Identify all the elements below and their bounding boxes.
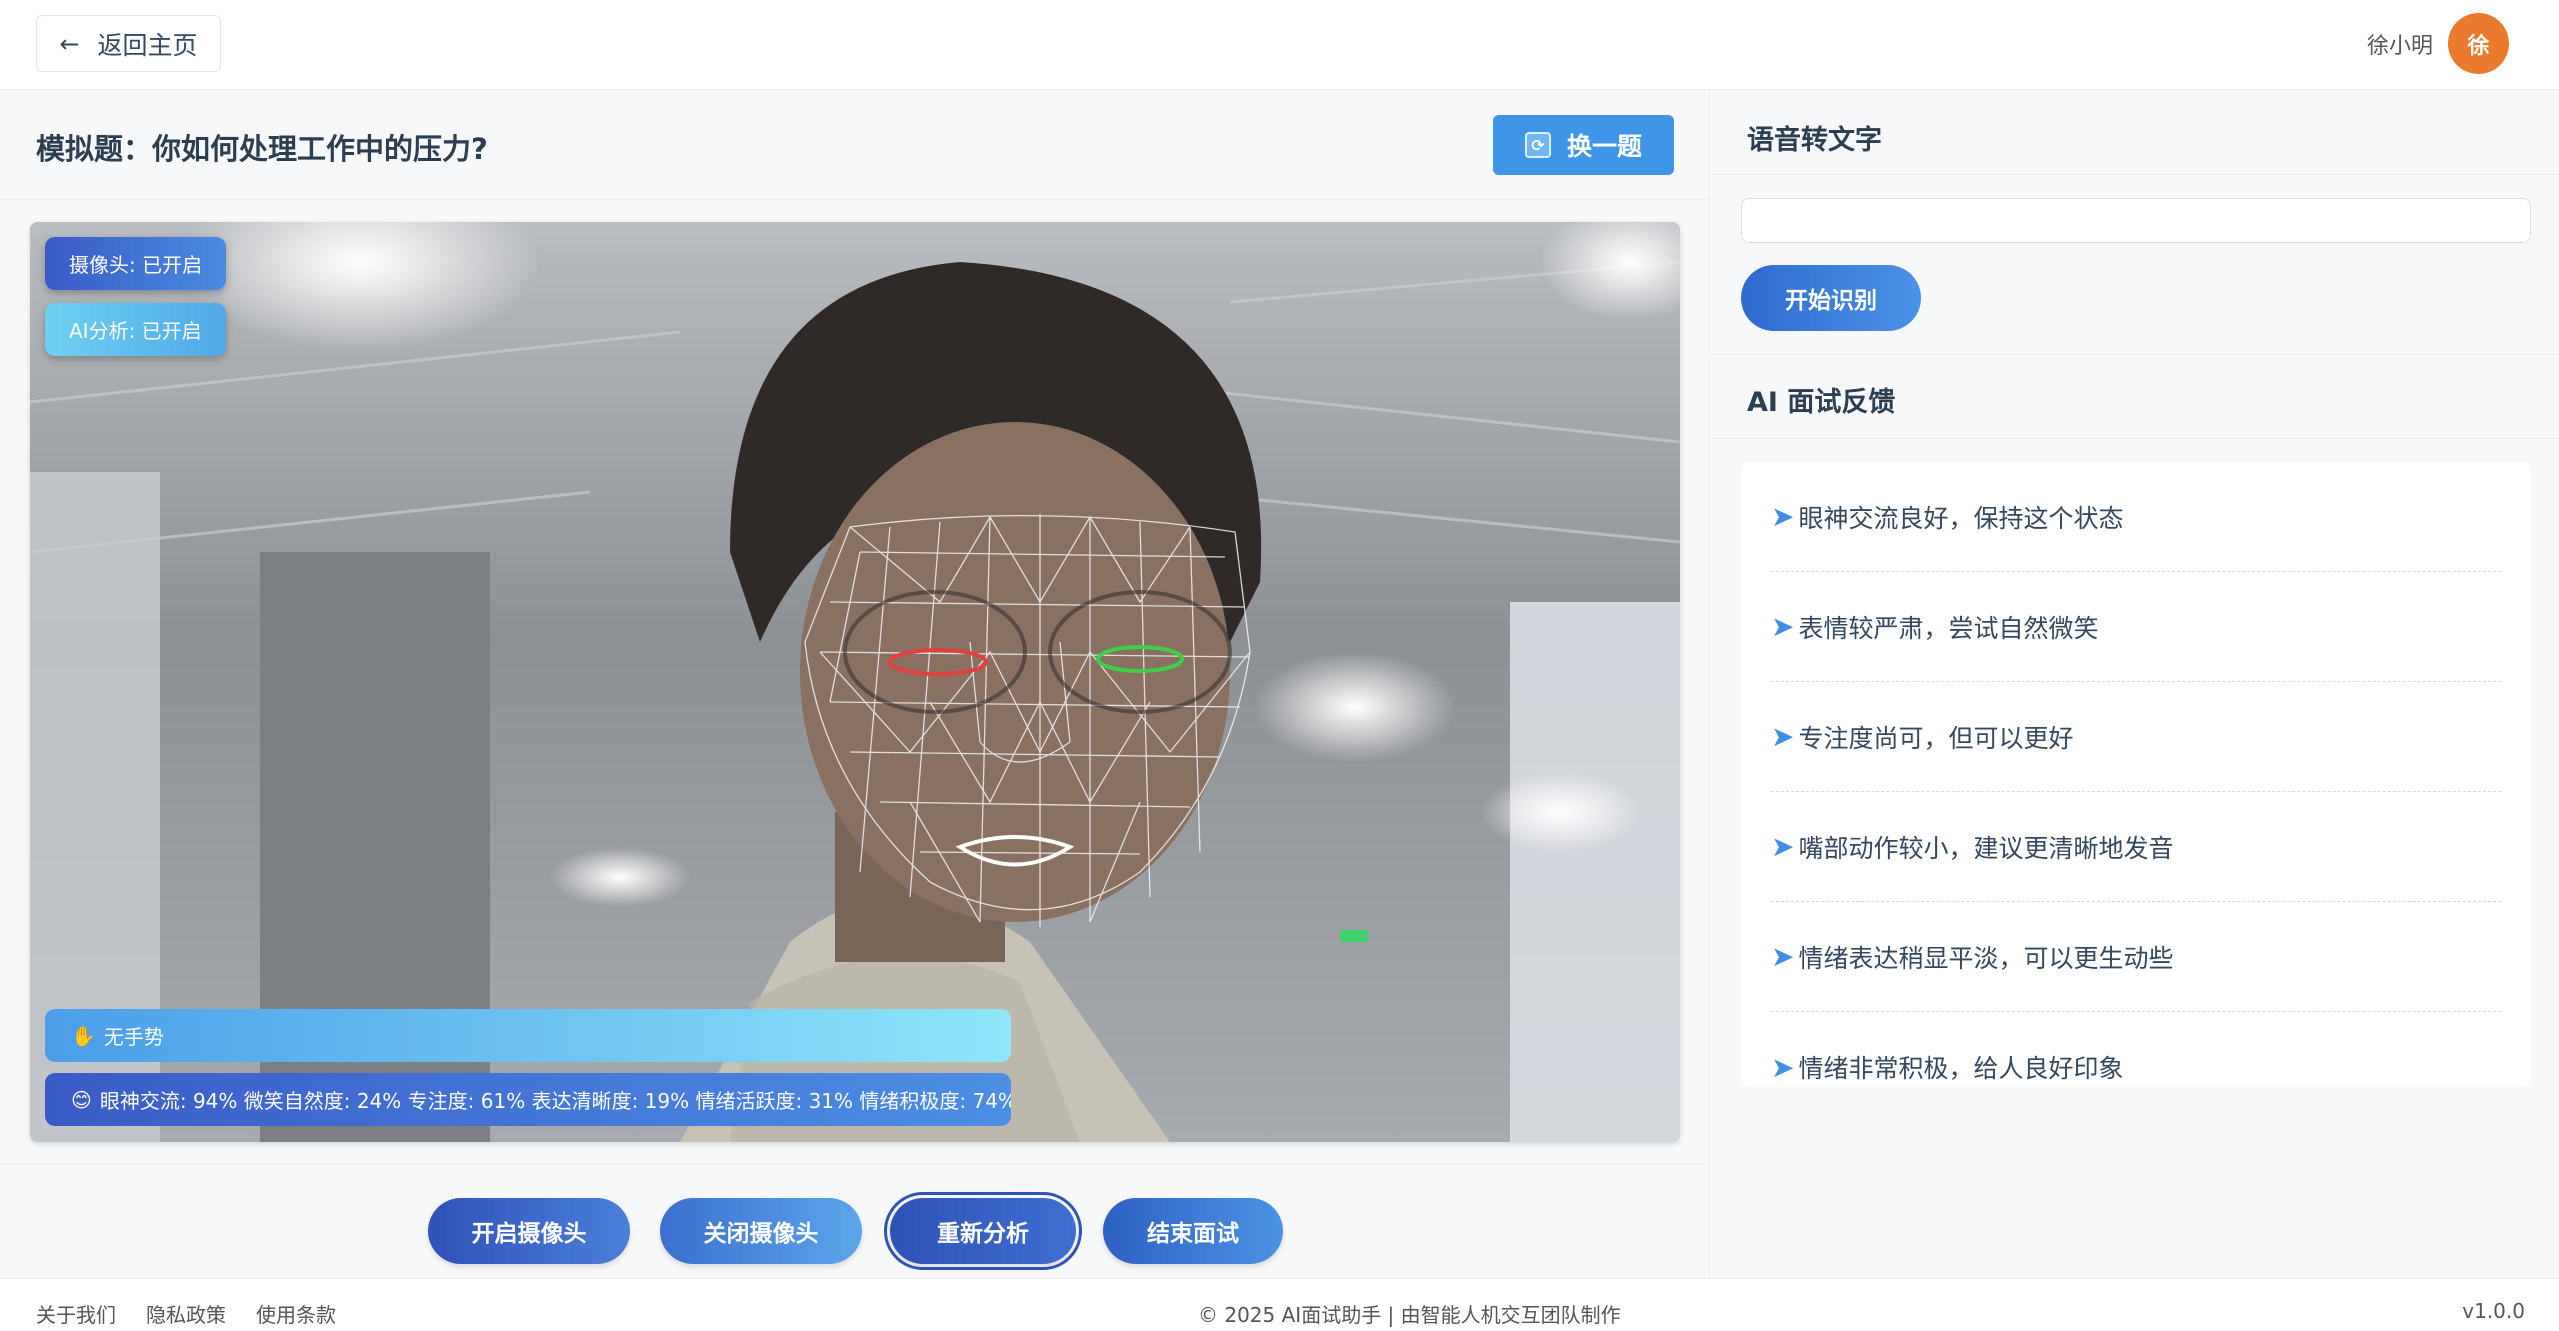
close-camera-button[interactable]: 关闭摄像头 — [660, 1198, 862, 1264]
list-item: ➤ 情绪非常积极，给人良好印象 — [1771, 1012, 2501, 1122]
version: v1.0.0 — [2462, 1299, 2525, 1323]
feedback-title: AI 面试反馈 — [1747, 387, 1896, 418]
top-bar: ← 返回主页 徐小明 徐 — [0, 0, 2559, 90]
reanalyze-button[interactable]: 重新分析 — [884, 1192, 1082, 1270]
copyright: © 2025 AI面试助手 | 由智能人机交互团队制作 — [1198, 1303, 1621, 1327]
exit-sign — [1340, 930, 1368, 942]
feedback-text: 眼神交流良好，保持这个状态 — [1798, 503, 2124, 533]
arrow-right-icon: ➤ — [1771, 830, 1795, 863]
question-header: 模拟题：你如何处理工作中的压力? ⟳ 换一题 — [0, 90, 1710, 200]
raised-hand-icon: ✋ — [71, 1023, 96, 1048]
gesture-status-bar: ✋ 无手势 — [45, 1009, 1011, 1062]
smiley-icon: 😊 — [71, 1087, 92, 1112]
feedback-text: 情绪表达稍显平淡，可以更生动些 — [1798, 943, 2174, 973]
list-item: ➤ 情绪表达稍显平淡，可以更生动些 — [1771, 902, 2501, 1012]
camera-status-badge: 摄像头: 已开启 — [45, 237, 227, 290]
arrow-right-icon: ➤ — [1771, 1050, 1795, 1084]
footer-links: 关于我们 隐私政策 使用条款 — [36, 1299, 336, 1328]
refresh-icon: ⟳ — [1524, 132, 1551, 158]
gesture-text: 无手势 — [103, 1025, 164, 1049]
metrics-text: 眼神交流: 94% 微笑自然度: 24% 专注度: 61% 表达清晰度: 19%… — [99, 1089, 1011, 1113]
swap-question-label: 换一题 — [1566, 132, 1642, 161]
ceiling-light — [1255, 652, 1455, 762]
speech-text-input[interactable] — [1741, 198, 2531, 243]
interview-main: 模拟题：你如何处理工作中的压力? ⟳ 换一题 摄像头: 已开启 AI分析: 已开… — [0, 90, 1710, 1278]
footer-link-terms[interactable]: 使用条款 — [256, 1299, 336, 1328]
ceiling-light — [1480, 772, 1640, 852]
back-home-label: 返回主页 — [97, 30, 198, 60]
feedback-text: 表情较严肃，尝试自然微笑 — [1798, 613, 2099, 643]
question-title: 模拟题：你如何处理工作中的压力? — [36, 132, 488, 166]
ai-status-badge: AI分析: 已开启 — [45, 303, 226, 356]
divider — [1711, 354, 2559, 355]
feedback-text: 嘴部动作较小，建议更清晰地发音 — [1798, 833, 2174, 863]
camera-video: 摄像头: 已开启 AI分析: 已开启 ✋ 无手势 😊 眼神交流: 94% 微笑自… — [30, 222, 1680, 1142]
right-panel: 语音转文字 开始识别 AI 面试反馈 ➤ 眼神交流良好，保持这个状态 ➤ 表情较… — [1711, 90, 2559, 1278]
open-camera-button[interactable]: 开启摄像头 — [428, 1198, 630, 1264]
feedback-text: 情绪非常积极，给人良好印象 — [1798, 1054, 2124, 1083]
list-item: ➤ 眼神交流良好，保持这个状态 — [1771, 462, 2501, 572]
camera-frame — [30, 222, 1680, 1142]
list-item: ➤ 嘴部动作较小，建议更清晰地发音 — [1771, 792, 2501, 902]
window-right — [1510, 602, 1680, 1142]
footer: 关于我们 隐私政策 使用条款 © 2025 AI面试助手 | 由智能人机交互团队… — [0, 1278, 2559, 1331]
arrow-right-icon: ➤ — [1771, 610, 1795, 643]
metrics-bar: 😊 眼神交流: 94% 微笑自然度: 24% 专注度: 61% 表达清晰度: 1… — [45, 1073, 1011, 1126]
list-item: ➤ 专注度尚可，但可以更好 — [1771, 682, 2501, 792]
divider — [1711, 438, 2559, 439]
swap-question-button[interactable]: ⟳ 换一题 — [1493, 115, 1674, 175]
divider — [1711, 174, 2559, 175]
footer-link-about[interactable]: 关于我们 — [36, 1299, 116, 1328]
camera-controls: 开启摄像头 关闭摄像头 重新分析 结束面试 — [0, 1163, 1710, 1278]
back-home-button[interactable]: ← 返回主页 — [36, 15, 221, 72]
avatar[interactable]: 徐 — [2448, 13, 2509, 74]
feedback-text: 专注度尚可，但可以更好 — [1798, 723, 2074, 753]
arrow-right-icon: ➤ — [1771, 720, 1795, 753]
user-name: 徐小明 — [2366, 34, 2433, 59]
arrow-right-icon: ➤ — [1771, 500, 1795, 533]
speech-title: 语音转文字 — [1747, 125, 1882, 156]
feedback-list: ➤ 眼神交流良好，保持这个状态 ➤ 表情较严肃，尝试自然微笑 ➤ 专注度尚可，但… — [1741, 462, 2531, 1087]
arrow-right-icon: ➤ — [1771, 940, 1795, 973]
face — [800, 422, 1230, 922]
list-item: ➤ 表情较严肃，尝试自然微笑 — [1771, 572, 2501, 682]
footer-link-privacy[interactable]: 隐私政策 — [146, 1299, 226, 1328]
end-interview-button[interactable]: 结束面试 — [1103, 1198, 1283, 1264]
arrow-left-icon: ← — [59, 29, 80, 58]
start-recognition-button[interactable]: 开始识别 — [1741, 265, 1921, 331]
ceiling-light — [550, 847, 690, 907]
